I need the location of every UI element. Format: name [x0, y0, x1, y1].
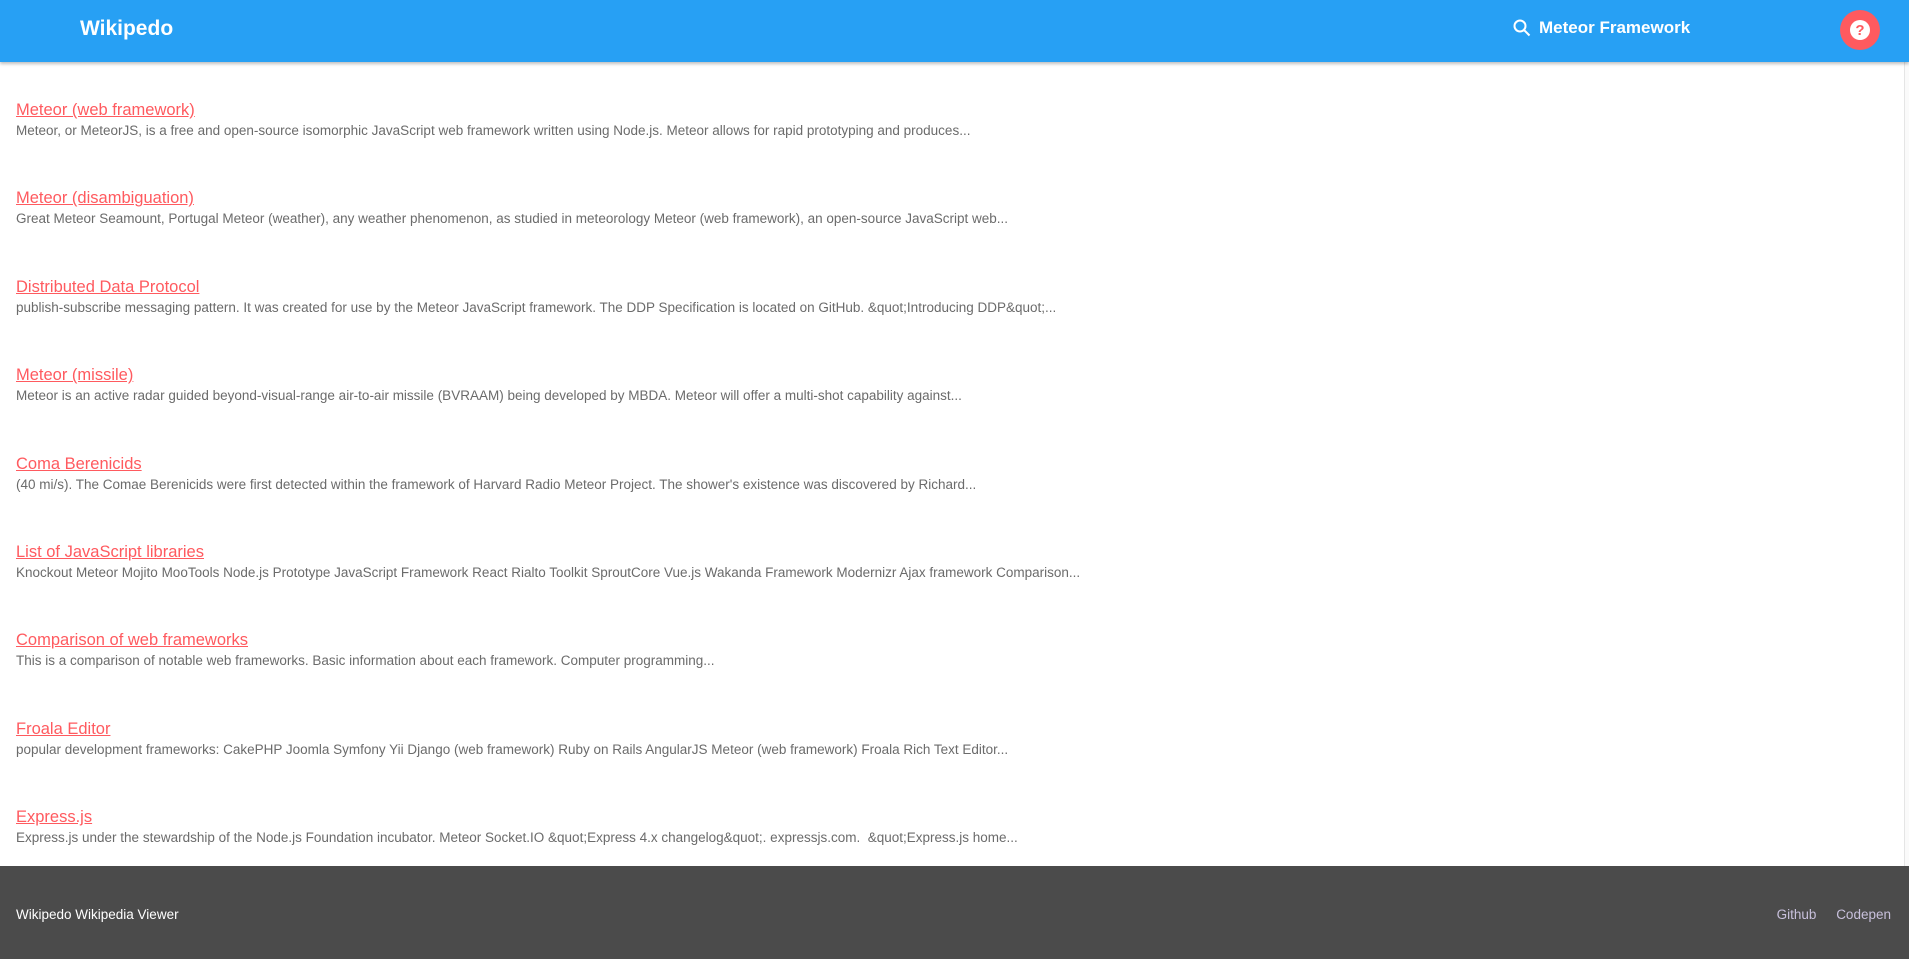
- app-title[interactable]: Wikipedo: [80, 17, 173, 41]
- app-header: Wikipedo Meteor Framework ?: [0, 0, 1909, 62]
- result-title-link[interactable]: Distributed Data Protocol: [16, 277, 199, 298]
- result-snippet: Great Meteor Seamount, Portugal Meteor (…: [16, 211, 1008, 227]
- result-item: Meteor (disambiguation) Great Meteor Seam…: [16, 188, 1080, 276]
- result-title-link[interactable]: Meteor (web framework): [16, 100, 195, 121]
- github-link[interactable]: Github: [1777, 907, 1817, 922]
- result-snippet: (40 mi/s). The Comae Berenicids were fir…: [16, 476, 977, 492]
- help-button[interactable]: ?: [1840, 10, 1880, 50]
- result-snippet: Meteor, or MeteorJS, is a free and open-…: [16, 123, 971, 138]
- result-item: Froala Editor popular development framewo…: [16, 719, 1080, 807]
- result-snippet: Meteor is an active radar guided beyond-…: [16, 388, 962, 404]
- result-title-link[interactable]: List of JavaScript libraries: [16, 542, 204, 563]
- results-list: Meteor (web framework) Meteor, or MeteorJ…: [16, 100, 1080, 896]
- result-item: Distributed Data Protocol publish-subscri…: [16, 277, 1080, 365]
- result-title-link[interactable]: Froala Editor: [16, 719, 110, 740]
- result-item: Meteor (missile) Meteor is an active rada…: [16, 365, 1080, 453]
- result-snippet: Knockout Meteor Mojito MooTools Node.js …: [16, 564, 1081, 580]
- search-query-text: Meteor Framework: [1539, 18, 1691, 37]
- result-title-link[interactable]: Comparison of web frameworks: [16, 630, 248, 651]
- search-query[interactable]: Meteor Framework: [1513, 18, 1690, 38]
- result-snippet: Express.js under the stewardship of the …: [16, 830, 1018, 846]
- result-item: Comparison of web frameworks This is a co…: [16, 630, 1080, 718]
- scrollbar[interactable]: [1904, 62, 1909, 866]
- result-title-link[interactable]: Express.js: [16, 807, 92, 828]
- search-icon: [1513, 19, 1531, 37]
- result-snippet: This is a comparison of notable web fram…: [16, 653, 715, 669]
- result-snippet: popular development frameworks: CakePHP …: [16, 741, 1009, 757]
- result-item: Meteor (web framework) Meteor, or MeteorJ…: [16, 100, 1080, 188]
- result-title-link[interactable]: Meteor (disambiguation): [16, 188, 194, 209]
- footer: Wikipedo Wikipedia Viewer Github Codepen: [0, 866, 1909, 959]
- result-snippet: publish-subscribe messaging pattern. It …: [16, 299, 1057, 315]
- footer-links: Github Codepen: [1761, 907, 1891, 922]
- footer-text: Wikipedo Wikipedia Viewer: [16, 907, 179, 922]
- result-title-link[interactable]: Coma Berenicids: [16, 454, 142, 475]
- result-title-link[interactable]: Meteor (missile): [16, 365, 133, 386]
- result-item: List of JavaScript libraries Knockout Met…: [16, 542, 1080, 630]
- result-item: Coma Berenicids (40 mi/s). The Comae Bere…: [16, 454, 1080, 542]
- question-circle-icon: ?: [1850, 20, 1870, 40]
- codepen-link[interactable]: Codepen: [1836, 907, 1891, 922]
